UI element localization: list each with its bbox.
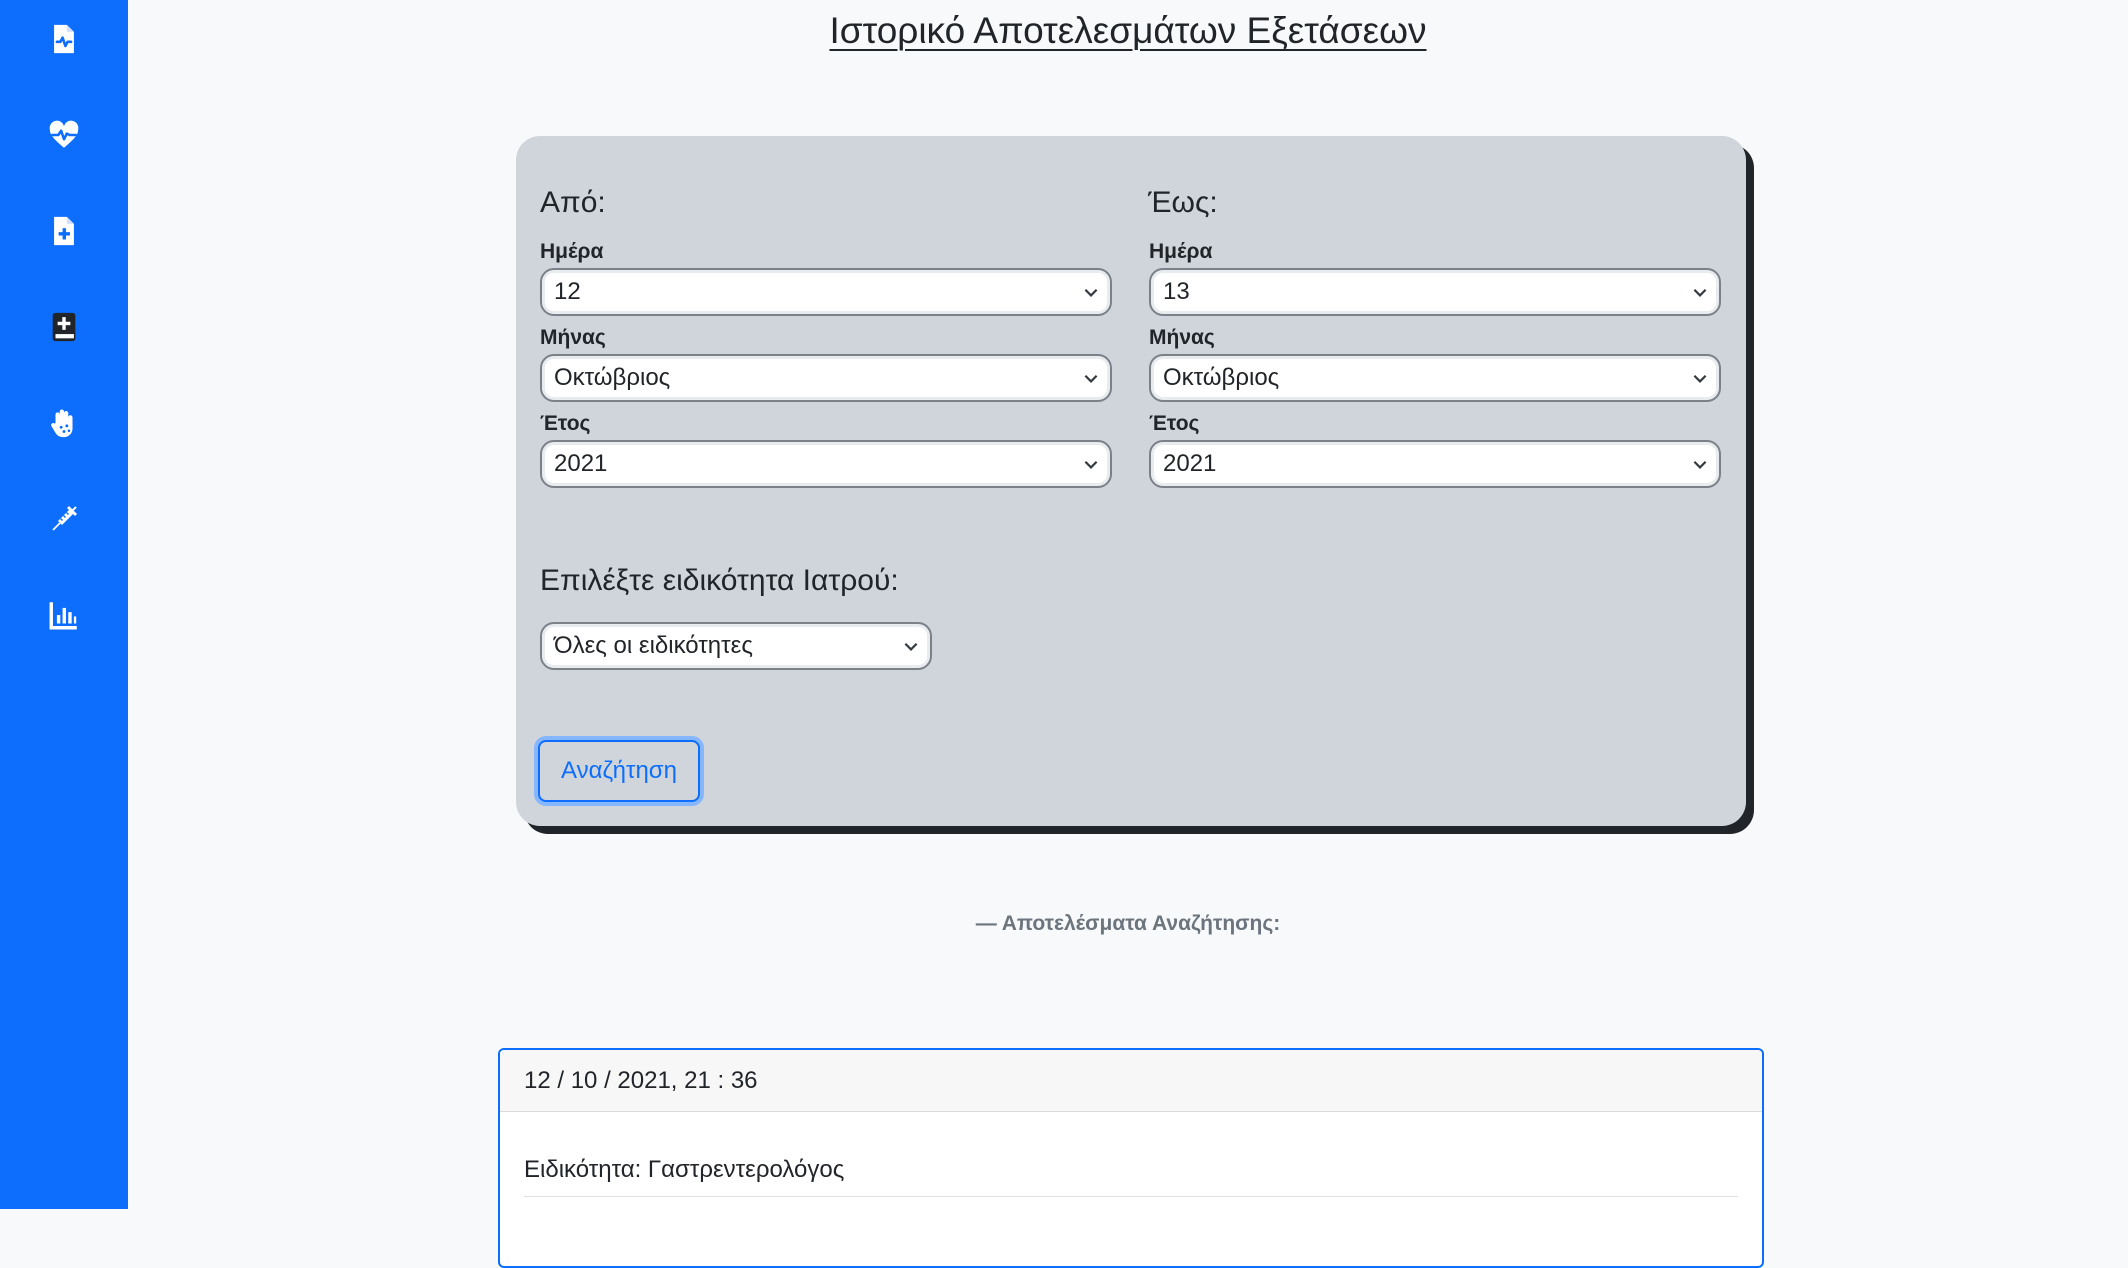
syringe-icon[interactable] xyxy=(44,499,84,539)
from-year-value: 2021 xyxy=(554,450,608,477)
allergy-hand-icon[interactable] xyxy=(44,403,84,443)
chevron-down-icon xyxy=(1693,460,1707,469)
to-year-select[interactable]: 2021 xyxy=(1149,440,1721,488)
to-year-value: 2021 xyxy=(1163,450,1217,477)
medical-book-icon[interactable] xyxy=(44,307,84,347)
chevron-down-icon xyxy=(1084,374,1098,383)
to-year-label: Έτος xyxy=(1149,412,1200,435)
to-day-select[interactable]: 13 xyxy=(1149,268,1721,316)
result-divider xyxy=(524,1196,1738,1197)
to-month-label: Μήνας xyxy=(1149,326,1215,349)
chevron-down-icon xyxy=(1693,288,1707,297)
specialty-select[interactable]: Όλες οι ειδικότητες xyxy=(540,622,932,670)
from-month-select[interactable]: Οκτώβριος xyxy=(540,354,1112,402)
filter-form: Από: Ημέρα 12 Μήνας Οκτώβριος Έτος 2021 … xyxy=(516,136,1746,826)
heartbeat-icon[interactable] xyxy=(44,115,84,155)
bar-chart-icon[interactable] xyxy=(44,595,84,635)
from-day-select[interactable]: 12 xyxy=(540,268,1112,316)
result-card[interactable]: 12 / 10 / 2021, 21 : 36 Ειδικότητα: Γαστ… xyxy=(498,1048,1764,1268)
file-plus-icon[interactable] xyxy=(44,211,84,251)
to-month-value: Οκτώβριος xyxy=(1163,364,1280,391)
from-heading: Από: xyxy=(540,186,606,219)
to-day-label: Ημέρα xyxy=(1149,240,1213,263)
chevron-down-icon xyxy=(904,642,918,651)
to-day-value: 13 xyxy=(1163,278,1190,305)
chevron-down-icon xyxy=(1084,460,1098,469)
specialty-heading: Επιλέξτε ειδικότητα Ιατρού: xyxy=(540,564,899,597)
from-year-label: Έτος xyxy=(540,412,591,435)
from-year-select[interactable]: 2021 xyxy=(540,440,1112,488)
sidebar xyxy=(0,0,128,1209)
to-month-select[interactable]: Οκτώβριος xyxy=(1149,354,1721,402)
medical-file-icon[interactable] xyxy=(44,19,84,59)
page-title: Ιστορικό Αποτελεσμάτων Εξετάσεων xyxy=(829,10,1427,51)
from-day-value: 12 xyxy=(554,278,581,305)
chevron-down-icon xyxy=(1693,374,1707,383)
result-specialty: Ειδικότητα: Γαστρεντερολόγος xyxy=(524,1156,845,1183)
chevron-down-icon xyxy=(1084,288,1098,297)
search-button[interactable]: Αναζήτηση xyxy=(538,740,700,802)
from-month-label: Μήνας xyxy=(540,326,606,349)
to-heading: Έως: xyxy=(1148,186,1218,219)
from-month-value: Οκτώβριος xyxy=(554,364,671,391)
from-day-label: Ημέρα xyxy=(540,240,604,263)
specialty-value: Όλες οι ειδικότητες xyxy=(554,632,753,659)
results-heading: — Αποτελέσματα Αναζήτησης: xyxy=(975,912,1281,935)
result-datetime: 12 / 10 / 2021, 21 : 36 xyxy=(500,1050,1762,1112)
